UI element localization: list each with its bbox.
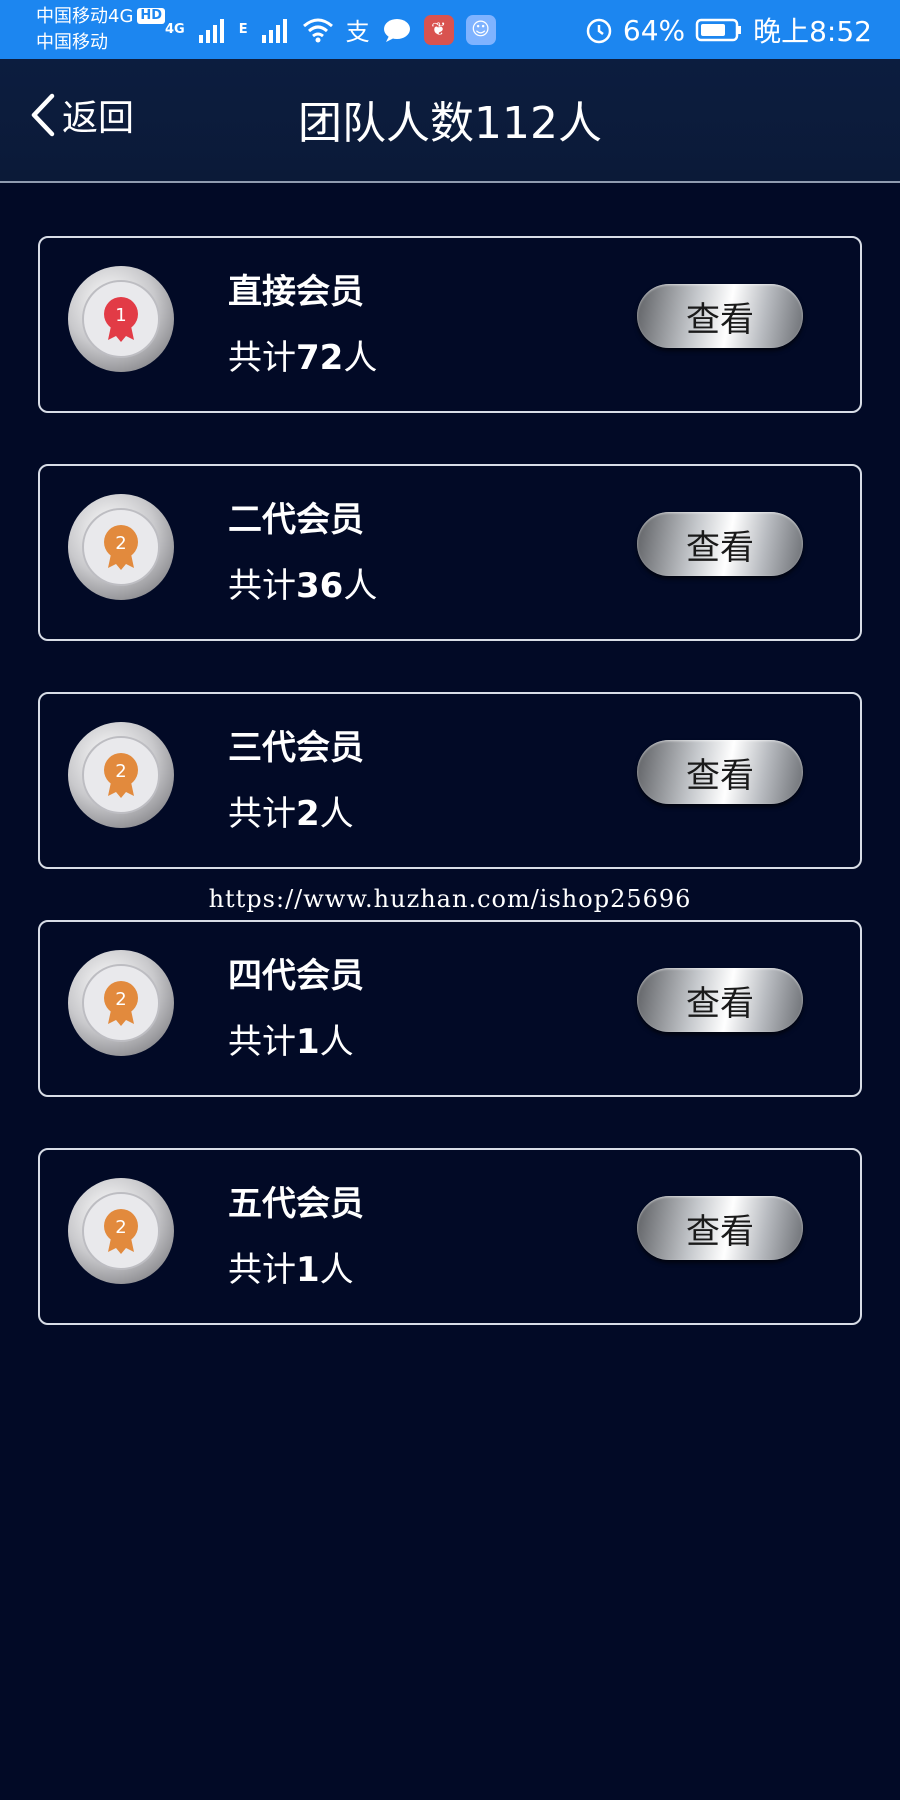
alarm-icon — [586, 18, 612, 44]
signal-icon-2 — [261, 18, 287, 43]
medal-number: 2 — [115, 533, 126, 554]
member-count: 共计72人 — [228, 330, 377, 379]
network-type-e: E — [238, 22, 248, 37]
carrier-name-2: 中国移动 — [36, 32, 108, 53]
member-level-title: 直接会员 — [228, 272, 364, 312]
member-level-title: 二代会员 — [228, 500, 364, 540]
count-prefix: 共计 — [228, 1022, 296, 1062]
count-suffix: 人 — [343, 338, 378, 378]
app-icon: ❦ — [423, 14, 454, 45]
battery-percent: 64% — [622, 13, 686, 47]
count-suffix: 人 — [319, 1250, 354, 1290]
signal-icon — [198, 18, 224, 43]
clock: 晚上8:52 — [753, 15, 872, 48]
member-level-title: 四代会员 — [228, 956, 364, 996]
count-prefix: 共计 — [228, 794, 296, 834]
member-count: 共计36人 — [228, 558, 377, 607]
status-bar: 中国移动4G HD 中国移动 4G E 支 ❦ ☺ 64% 晚上8:52 — [0, 0, 900, 59]
network-type-4g: 4G — [165, 22, 185, 37]
member-level-title: 五代会员 — [228, 1184, 364, 1224]
carrier-name-1: 中国移动4G — [36, 6, 134, 27]
battery-icon — [695, 18, 742, 42]
view-button[interactable]: 查看 — [637, 740, 803, 804]
count-suffix: 人 — [343, 566, 378, 606]
watermark: https://www.huzhan.com/ishop25696 — [208, 885, 692, 913]
count-number: 1 — [296, 1022, 320, 1062]
count-number: 2 — [296, 794, 320, 834]
medal-icon: 1 — [68, 266, 174, 372]
count-suffix: 人 — [319, 794, 354, 834]
app-icon-2: ☺ — [465, 14, 496, 45]
status-right: 64% 晚上8:52 — [585, 10, 872, 50]
medal-icon: 2 — [68, 722, 174, 828]
member-level-title: 三代会员 — [228, 728, 364, 768]
count-suffix: 人 — [319, 1022, 354, 1062]
carrier-info: 中国移动4G HD 中国移动 — [36, 4, 166, 56]
medal-number: 2 — [115, 1217, 126, 1238]
count-prefix: 共计 — [228, 338, 296, 378]
medal-icon: 2 — [68, 1178, 174, 1284]
medal-number: 2 — [115, 761, 126, 782]
alipay-icon: 支 — [345, 18, 370, 46]
medal-number: 1 — [115, 305, 126, 326]
status-icons: 4G E 支 ❦ ☺ — [165, 12, 496, 47]
count-number: 1 — [296, 1250, 320, 1290]
view-button[interactable]: 查看 — [637, 1196, 803, 1260]
page-title: 团队人数112人 — [298, 98, 602, 149]
count-number: 36 — [296, 566, 344, 606]
view-button[interactable]: 查看 — [637, 512, 803, 576]
member-count: 共计1人 — [228, 1014, 354, 1063]
view-button[interactable]: 查看 — [637, 968, 803, 1032]
member-card-fifth: 2 五代会员 共计1人 查看 — [38, 1148, 862, 1325]
medal-icon: 2 — [68, 950, 174, 1056]
member-count: 共计2人 — [228, 786, 354, 835]
count-number: 72 — [296, 338, 344, 378]
message-icon — [383, 18, 410, 42]
nav-header: 返回 团队人数112人 — [0, 59, 900, 183]
member-card-direct: 1 直接会员 共计72人 查看 — [38, 236, 862, 413]
member-card-fourth: 2 四代会员 共计1人 查看 — [38, 920, 862, 1097]
wifi-icon — [302, 18, 333, 42]
member-card-third: 2 三代会员 共计2人 查看 — [38, 692, 862, 869]
view-button[interactable]: 查看 — [637, 284, 803, 348]
member-card-second: 2 二代会员 共计36人 查看 — [38, 464, 862, 641]
count-prefix: 共计 — [228, 1250, 296, 1290]
medal-number: 2 — [115, 989, 126, 1010]
medal-icon: 2 — [68, 494, 174, 600]
hd-badge: HD — [137, 8, 166, 24]
count-prefix: 共计 — [228, 566, 296, 606]
member-count: 共计1人 — [228, 1242, 354, 1291]
